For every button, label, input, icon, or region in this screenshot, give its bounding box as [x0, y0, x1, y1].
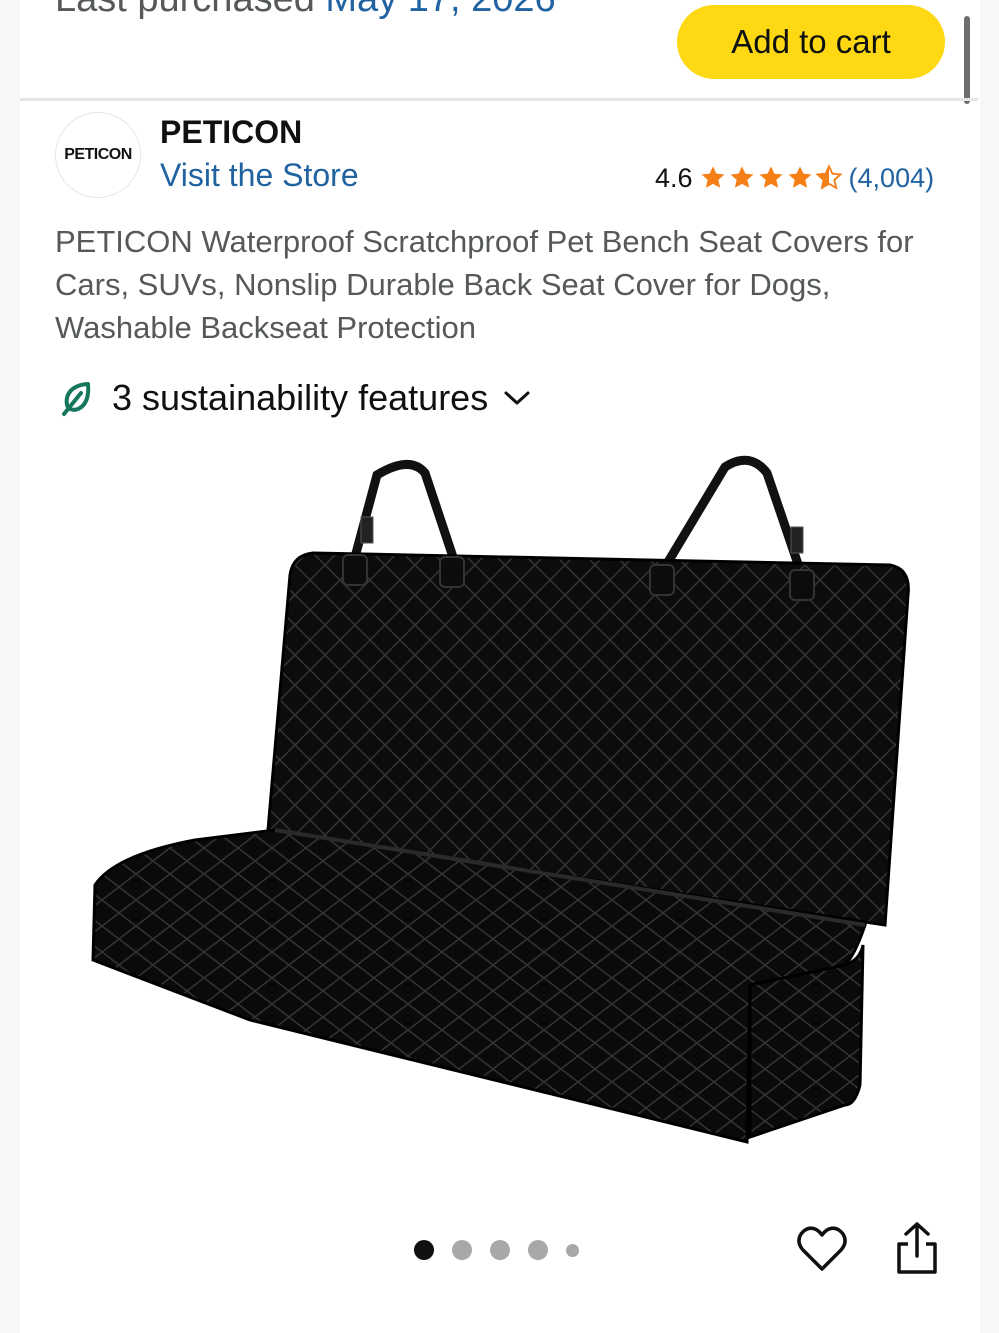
strap-buckle	[790, 526, 804, 554]
visit-store-link[interactable]: Visit the Store	[160, 157, 359, 194]
pagination-dot[interactable]	[528, 1240, 548, 1260]
rating-summary[interactable]: 4.6 (4,004)	[655, 160, 934, 196]
star-icon	[759, 166, 782, 188]
heart-icon[interactable]	[795, 1222, 849, 1276]
chevron-down-icon	[504, 391, 530, 405]
sustainability-label: 3 sustainability features	[112, 377, 489, 418]
star-icon	[701, 166, 724, 188]
last-purchased-label: Last purchased	[55, 0, 315, 20]
header-divider	[20, 98, 978, 101]
last-purchased-date[interactable]: May 17, 2026	[325, 0, 555, 20]
leaf-icon	[62, 382, 91, 416]
right-gutter	[980, 0, 999, 1333]
pagination-dot[interactable]	[490, 1240, 510, 1260]
brand-logo-text: PETICON	[64, 146, 132, 163]
star-rating	[699, 164, 843, 192]
pagination-dot[interactable]	[452, 1240, 472, 1260]
brand-logo[interactable]: PETICON	[55, 112, 141, 198]
brand-name: PETICON	[160, 114, 303, 150]
share-icon[interactable]	[892, 1220, 942, 1278]
pagination-dot[interactable]	[566, 1243, 579, 1257]
star-icon	[730, 166, 753, 188]
seat-cover-straps	[350, 455, 805, 575]
star-icon	[788, 166, 811, 188]
sustainability-features-toggle[interactable]: 3 sustainability features	[58, 374, 532, 422]
scrollbar[interactable]	[964, 16, 970, 104]
rating-value: 4.6	[655, 162, 693, 193]
strap-buckle	[360, 516, 374, 544]
pagination-dot[interactable]	[414, 1240, 434, 1260]
last-purchased-info: Last purchased May 17, 2026	[55, 0, 556, 21]
half-star-icon	[814, 164, 843, 190]
left-gutter	[0, 0, 20, 1333]
product-title: PETICON Waterproof Scratchproof Pet Benc…	[55, 224, 914, 345]
add-to-cart-button[interactable]: Add to cart	[677, 5, 945, 79]
rating-count[interactable]: (4,004)	[849, 163, 935, 194]
image-pagination	[414, 1240, 579, 1260]
product-image[interactable]	[85, 445, 915, 1155]
